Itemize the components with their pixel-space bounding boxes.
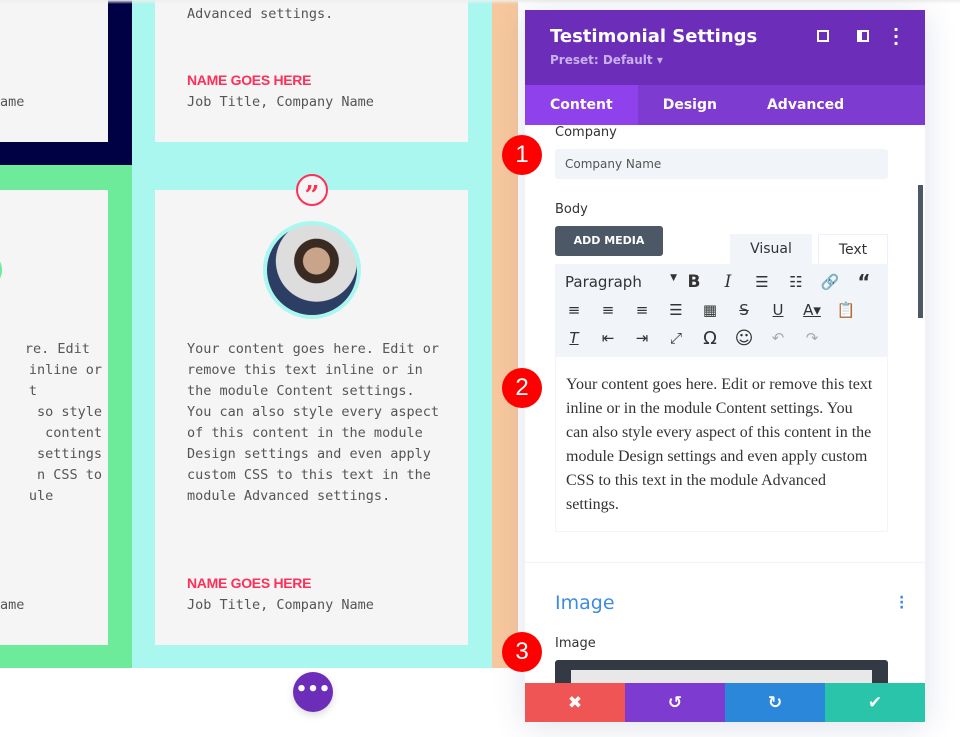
strikethrough-icon[interactable]: S	[727, 301, 761, 319]
panel-header: Testimonial Settings Preset: Default ▾ ·…	[525, 10, 925, 85]
body-label: Body	[555, 202, 588, 217]
cancel-button[interactable]: ✖	[525, 683, 625, 722]
line: content	[45, 425, 102, 441]
line: t	[28, 383, 37, 399]
align-right-icon[interactable]: ≡	[625, 301, 659, 319]
redo-icon[interactable]: ↷	[795, 329, 829, 347]
line: inline or	[28, 362, 102, 378]
step-badge-3: 3	[502, 632, 542, 672]
panel-footer: ✖ ↺ ↻ ✔	[525, 683, 925, 722]
emoji-icon[interactable]: ☺	[727, 328, 761, 349]
peach-section	[492, 0, 518, 668]
clear-format-icon[interactable]: T	[557, 329, 591, 347]
divider	[525, 562, 925, 563]
job-title: ame	[0, 94, 25, 110]
format-select[interactable]: Paragraph ▼	[557, 273, 677, 291]
company-label: Company	[555, 125, 617, 140]
tab-design[interactable]: Design	[638, 85, 742, 125]
split-view-icon[interactable]	[857, 30, 869, 42]
section-options-icon[interactable]: · · ·	[899, 591, 904, 615]
tab-advanced[interactable]: Advanced	[742, 85, 869, 125]
more-options-button[interactable]: •••	[293, 672, 333, 712]
top-bar-shadow	[0, 0, 960, 4]
justify-icon[interactable]: ☰	[659, 301, 693, 319]
testimonial-card-bottom[interactable]: Your content goes here. Edit or remove t…	[155, 190, 468, 645]
company-input[interactable]: Company Name	[555, 149, 888, 179]
line: n CSS to	[36, 467, 102, 483]
company-value: Company Name	[565, 157, 662, 171]
quote-icon: ”	[296, 174, 328, 211]
testimonial-card-top: Advanced settings. NAME GOES HERE Job Ti…	[155, 0, 468, 142]
job-title: ame	[0, 597, 25, 613]
testimonial-settings-panel: Testimonial Settings Preset: Default ▾ ·…	[525, 10, 925, 722]
special-character-icon[interactable]: Ω	[693, 328, 727, 349]
image-section-title[interactable]: Image	[555, 592, 615, 614]
align-center-icon[interactable]: ≡	[591, 301, 625, 319]
editor-toolbar: Paragraph ▼ B I ☰ ☷ 🔗 “ ≡ ≡ ≡ ☰ ▦ S U A▾…	[555, 264, 888, 356]
numbered-list-icon[interactable]: ☷	[779, 273, 813, 291]
body-text: Advanced settings.	[187, 6, 334, 22]
testimonial-card-left-top: ame	[0, 0, 108, 142]
panel-tabs: Content Design Advanced	[525, 85, 925, 125]
redo-button[interactable]: ↻	[725, 683, 825, 722]
link-icon[interactable]: 🔗	[813, 273, 847, 291]
body-text: re. Edit inline or t so style content se…	[25, 339, 102, 507]
author-name: NAME GOES HERE	[187, 72, 312, 88]
undo-icon[interactable]: ↶	[761, 329, 795, 347]
indent-icon[interactable]: ⇥	[625, 329, 659, 347]
image-label: Image	[555, 636, 596, 651]
paste-icon[interactable]: 📋	[829, 301, 863, 319]
job-title: Job Title, Company Name	[187, 597, 374, 613]
italic-icon[interactable]: I	[711, 272, 745, 292]
body-editor-text: Your content goes here. Edit or remove t…	[566, 376, 873, 513]
fullscreen-editor-icon[interactable]: ⤢	[659, 329, 693, 347]
add-media-button[interactable]: ADD MEDIA	[555, 226, 663, 256]
align-left-icon[interactable]: ≡	[557, 301, 591, 319]
table-icon[interactable]: ▦	[693, 301, 727, 319]
tab-content[interactable]: Content	[525, 85, 638, 125]
preset-dropdown[interactable]: Preset: Default ▾	[550, 53, 900, 67]
fullscreen-icon[interactable]	[817, 30, 829, 42]
line: ule	[28, 488, 54, 504]
line: settings	[36, 446, 102, 462]
body-text: Your content goes here. Edit or remove t…	[187, 341, 439, 504]
save-button[interactable]: ✔	[825, 683, 925, 722]
tab-visual[interactable]: Visual	[730, 234, 812, 264]
bullet-list-icon[interactable]: ☰	[745, 273, 779, 291]
format-value: Paragraph	[565, 273, 642, 291]
outdent-icon[interactable]: ⇤	[591, 329, 625, 347]
text-color-icon[interactable]: A▾	[795, 301, 829, 319]
step-badge-2: 2	[502, 368, 542, 408]
line: so style	[36, 404, 102, 420]
body-editor[interactable]: Your content goes here. Edit or remove t…	[555, 356, 888, 532]
tab-text[interactable]: Text	[818, 234, 888, 264]
blockquote-icon[interactable]: “	[847, 270, 881, 294]
more-options-icon[interactable]: · · ·	[893, 22, 899, 52]
line: re. Edit	[24, 341, 90, 357]
panel-title: Testimonial Settings	[550, 26, 758, 47]
bold-icon[interactable]: B	[677, 272, 711, 292]
step-badge-1: 1	[502, 135, 542, 175]
job-title: Job Title, Company Name	[187, 94, 374, 110]
avatar	[263, 221, 361, 319]
undo-button[interactable]: ↺	[625, 683, 725, 722]
testimonial-card-left-bottom: re. Edit inline or t so style content se…	[0, 190, 108, 645]
author-name: NAME GOES HERE	[187, 575, 312, 591]
scrollbar[interactable]	[918, 185, 923, 318]
underline-icon[interactable]: U	[761, 301, 795, 319]
quote-icon	[0, 258, 2, 282]
